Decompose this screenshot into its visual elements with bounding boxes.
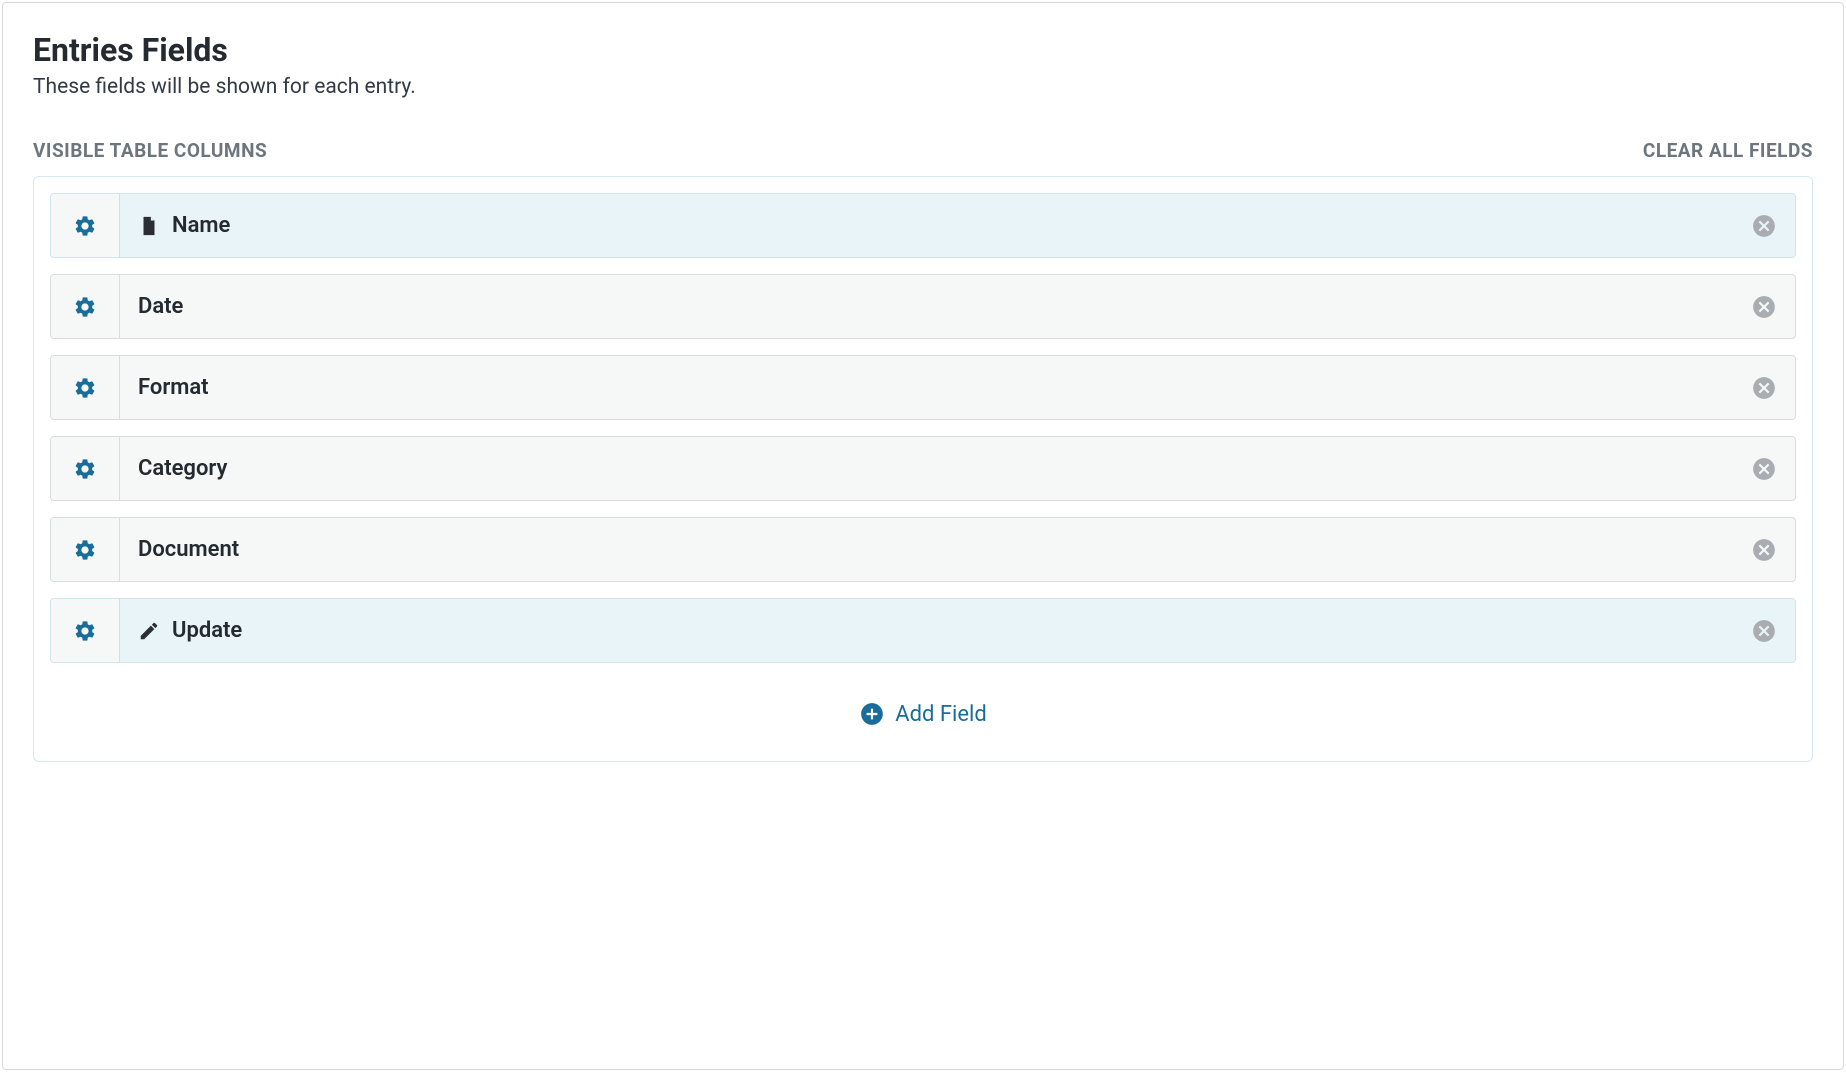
field-label-wrap: Category [138, 456, 227, 481]
field-row[interactable]: Format [50, 355, 1796, 420]
field-body: Document [120, 518, 1795, 581]
plus-circle-icon [859, 701, 885, 727]
panel-subtitle: These fields will be shown for each entr… [33, 75, 1813, 99]
field-body: Update [120, 599, 1795, 662]
file-icon [138, 215, 160, 237]
field-label-wrap: Date [138, 294, 183, 319]
field-label-wrap: Format [138, 375, 209, 400]
add-field-button[interactable]: Add Field [50, 679, 1796, 745]
field-row[interactable]: Update [50, 598, 1796, 663]
entries-fields-panel: Entries Fields These fields will be show… [2, 2, 1844, 1070]
field-settings-button[interactable] [51, 437, 120, 500]
field-label: Date [138, 294, 183, 319]
gear-icon [73, 538, 97, 562]
panel-title: Entries Fields [33, 31, 1813, 69]
field-label: Update [172, 618, 242, 643]
field-row[interactable]: Date [50, 274, 1796, 339]
fields-container: Name Date Format Category Document Update Add… [33, 176, 1813, 762]
field-body: Category [120, 437, 1795, 500]
clear-all-fields-button[interactable]: CLEAR ALL FIELDS [1643, 139, 1813, 162]
remove-field-button[interactable] [1751, 537, 1777, 563]
field-label: Category [138, 456, 227, 481]
field-body: Name [120, 194, 1795, 257]
gear-icon [73, 619, 97, 643]
remove-field-button[interactable] [1751, 294, 1777, 320]
add-field-label: Add Field [895, 702, 987, 727]
field-row[interactable]: Name [50, 193, 1796, 258]
field-settings-button[interactable] [51, 518, 120, 581]
field-settings-button[interactable] [51, 599, 120, 662]
remove-field-button[interactable] [1751, 213, 1777, 239]
field-label: Format [138, 375, 209, 400]
remove-field-button[interactable] [1751, 618, 1777, 644]
gear-icon [73, 214, 97, 238]
field-label-wrap: Document [138, 537, 239, 562]
gear-icon [73, 457, 97, 481]
gear-icon [73, 376, 97, 400]
section-header: VISIBLE TABLE COLUMNS CLEAR ALL FIELDS [33, 139, 1813, 162]
field-label: Document [138, 537, 239, 562]
field-label-wrap: Name [138, 213, 230, 238]
field-row[interactable]: Document [50, 517, 1796, 582]
field-label: Name [172, 213, 230, 238]
field-row[interactable]: Category [50, 436, 1796, 501]
remove-field-button[interactable] [1751, 375, 1777, 401]
edit-icon [138, 620, 160, 642]
field-body: Date [120, 275, 1795, 338]
field-settings-button[interactable] [51, 275, 120, 338]
field-settings-button[interactable] [51, 194, 120, 257]
field-settings-button[interactable] [51, 356, 120, 419]
visible-columns-label: VISIBLE TABLE COLUMNS [33, 139, 267, 162]
gear-icon [73, 295, 97, 319]
remove-field-button[interactable] [1751, 456, 1777, 482]
field-label-wrap: Update [138, 618, 242, 643]
field-body: Format [120, 356, 1795, 419]
